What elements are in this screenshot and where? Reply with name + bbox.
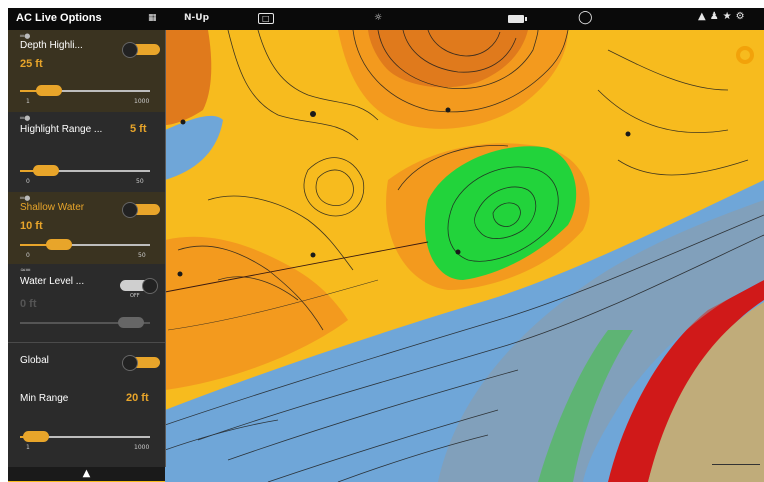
- sensitivity-icon[interactable]: ☼: [374, 13, 382, 23]
- global-label: Global: [20, 355, 49, 366]
- min-range-value: 20 ft: [126, 392, 149, 404]
- highlight-range-slider[interactable]: [20, 165, 150, 176]
- shallow-water-toggle[interactable]: [122, 202, 160, 218]
- min-range-min: 1: [26, 444, 30, 451]
- map-scale-bar: [712, 459, 760, 467]
- scale-line: [712, 464, 760, 465]
- min-range-slider[interactable]: [20, 431, 150, 442]
- water-level-slider-thumb[interactable]: [117, 317, 144, 328]
- shallow-water-max: 50: [138, 252, 146, 259]
- min-range-max: 1000: [134, 444, 150, 451]
- min-range-slider-thumb[interactable]: [22, 431, 49, 442]
- ac-live-options-panel: ═● Depth Highli... 25 ft 1 1000 ═● Highl…: [8, 30, 166, 481]
- north-up-icon[interactable]: [736, 46, 754, 64]
- water-level-slider[interactable]: [20, 317, 150, 328]
- water-level-section[interactable]: ≈═ Water Level ... OFF 0 ft: [8, 264, 165, 342]
- orientation-label[interactable]: N-Up: [184, 13, 209, 23]
- water-level-value: 0 ft: [20, 298, 37, 310]
- depth-highlight-toggle[interactable]: [122, 42, 160, 58]
- water-level-icon: ≈═: [20, 266, 31, 274]
- shallow-water-value: 10 ft: [20, 220, 43, 232]
- battery-icon: [508, 15, 527, 23]
- shallow-water-min: 0: [26, 252, 30, 259]
- depth-highlight-value: 25 ft: [20, 58, 43, 70]
- highlight-range-value: 5 ft: [130, 123, 147, 135]
- water-level-toggle[interactable]: [120, 278, 158, 294]
- global-section[interactable]: Global: [8, 343, 165, 383]
- view-chip-label: □: [258, 13, 274, 24]
- global-toggle[interactable]: [122, 355, 160, 371]
- highlight-range-label: Highlight Range ...: [20, 124, 103, 135]
- shallow-water-slider[interactable]: [20, 239, 150, 250]
- view-chip[interactable]: □: [258, 13, 274, 24]
- shallow-water-slider-thumb[interactable]: [46, 239, 72, 250]
- gps-icon[interactable]: ◯: [578, 10, 593, 25]
- depth-highlight-min: 1: [26, 98, 30, 105]
- shallow-water-label: Shallow Water: [20, 202, 85, 213]
- highlight-range-min: 0: [26, 178, 30, 185]
- highlight-range-max: 50: [136, 178, 144, 185]
- depth-highlight-slider[interactable]: [20, 85, 150, 96]
- min-range-section[interactable]: Min Range 20 ft 1 1000: [8, 383, 165, 463]
- highlight-range-icon: ═●: [20, 114, 31, 122]
- status-icons: ▲♟★⚙: [698, 11, 749, 22]
- depth-highlight-slider-thumb[interactable]: [35, 85, 62, 96]
- layers-icon[interactable]: ▦: [148, 13, 157, 23]
- depth-highlight-section[interactable]: ═● Depth Highli... 25 ft 1 1000: [8, 30, 165, 112]
- min-range-label: Min Range: [20, 393, 69, 404]
- depth-highlight-icon: ═●: [20, 32, 31, 40]
- shallow-water-icon: ═●: [20, 194, 31, 202]
- chevron-up-icon: ▲: [82, 468, 91, 479]
- page-title: AC Live Options: [16, 12, 102, 24]
- depth-highlight-label: Depth Highli...: [20, 40, 83, 51]
- depth-highlight-max: 1000: [134, 98, 150, 105]
- collapse-panel-button[interactable]: ▲: [8, 467, 165, 481]
- highlight-range-section[interactable]: ═● Highlight Range ... 5 ft 0 50: [8, 112, 165, 192]
- water-level-toggle-state: OFF: [130, 293, 140, 299]
- water-level-label: Water Level ...: [20, 276, 85, 287]
- status-bar: AC Live Options ▦ N-Up □ ☼ ◯ ▲♟★⚙: [8, 8, 764, 30]
- device-screen: AC Live Options ▦ N-Up □ ☼ ◯ ▲♟★⚙ ═● Dep…: [8, 8, 764, 482]
- highlight-range-slider-thumb[interactable]: [33, 165, 59, 176]
- shallow-water-section[interactable]: ═● Shallow Water 10 ft 0 50: [8, 192, 165, 264]
